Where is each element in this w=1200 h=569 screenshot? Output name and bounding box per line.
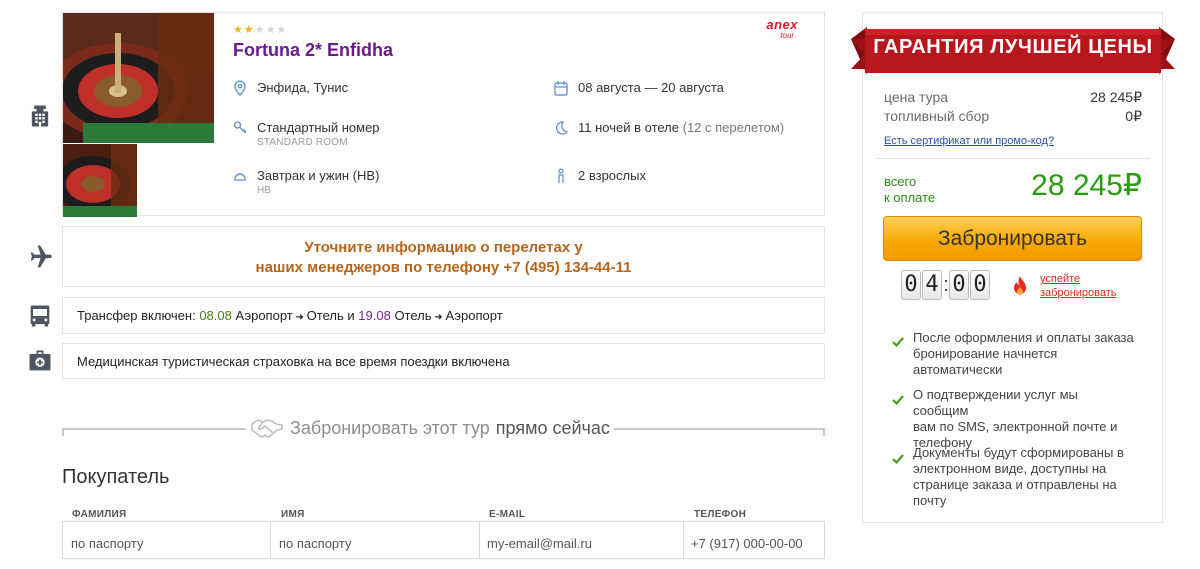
phone-label: ТЕЛЕФОН [694, 509, 747, 520]
food-tray-icon [233, 168, 247, 184]
hotel-photo-main[interactable] [63, 13, 214, 143]
handshake-icon [250, 416, 284, 440]
best-price-ribbon-text: ГАРАНТИЯ ЛУЧШЕЙ ЦЕНЫ [873, 36, 1153, 58]
timer-digit: 0 [970, 270, 990, 300]
tour-operator-logo: anex tour [766, 17, 798, 40]
hotel-name-link[interactable]: Fortuna 2* Enfidha [233, 40, 393, 61]
insurance-info-box: Медицинская туристическая страховка на в… [62, 343, 825, 379]
info-bullet-3: Документы будут сформированы в электронно… [913, 445, 1124, 508]
phone-field[interactable]: +7 (917) 000-00-00 [683, 521, 825, 559]
surname-field[interactable]: по паспорту [62, 521, 271, 559]
first-name-field[interactable]: по паспорту [271, 521, 480, 559]
calendar-icon [554, 80, 568, 96]
fuel-fee-row: топливный сбор 0₽ [884, 108, 1142, 124]
total-price-value: 28 245₽ [1031, 169, 1142, 202]
price-separator [876, 158, 1150, 159]
medical-kit-icon [26, 347, 54, 375]
checkmark-icon [892, 394, 904, 406]
tour-price-row: цена тура 28 245₽ [884, 89, 1142, 105]
checkmark-icon [892, 453, 904, 465]
first-name-label: ИМЯ [281, 509, 305, 520]
airplane-icon [26, 243, 54, 271]
hotel-star-rating: ★★★★★ [233, 24, 288, 36]
promo-code-link[interactable]: Есть сертификат или промо-код? [884, 135, 1054, 147]
checkmark-icon [892, 336, 904, 348]
moon-icon [554, 120, 568, 136]
flight-info-line-2: наших менеджеров по телефону +7 (495) 13… [255, 259, 632, 276]
timer-digit: 0 [901, 270, 921, 300]
bus-icon [26, 302, 54, 330]
transfer-text: Трансфер включен: 08.08 Аэропорт ➜ Отель… [77, 308, 503, 323]
info-bullet-1: После оформления и оплаты заказа брониров… [913, 330, 1134, 377]
total-label: всего к оплате [884, 174, 936, 205]
fire-icon [1011, 275, 1029, 297]
transfer-info-box: Трансфер включен: 08.08 Аэропорт ➜ Отель… [62, 297, 825, 334]
book-button[interactable]: Забронировать [883, 216, 1142, 261]
timer-digit: 4 [922, 270, 942, 300]
hotel-card: ★★★★★ Fortuna 2* Enfidha anex tour Энфид… [62, 12, 825, 217]
map-pin-icon [233, 80, 247, 96]
buyer-section-title: Покупатель [62, 466, 170, 488]
key-icon [233, 120, 247, 136]
surname-label: ФАМИЛИЯ [72, 509, 127, 520]
email-label: E-MAIL [489, 509, 526, 520]
tour-price-value: 28 245₽ [1090, 89, 1142, 105]
book-now-heading: Забронировать этот тур прямо сейчас [246, 416, 614, 440]
countdown-timer: 0 4 : 0 0 [901, 270, 991, 300]
person-icon [554, 168, 568, 184]
fuel-fee-value: 0₽ [1125, 108, 1142, 124]
insurance-text: Медицинская туристическая страховка на в… [77, 354, 510, 369]
flight-info-line-1: Уточните информацию о перелетах у [304, 239, 583, 256]
email-field[interactable]: my-email@mail.ru [479, 521, 684, 559]
hotel-building-icon [26, 102, 54, 130]
flight-info-box: Уточните информацию о перелетах у наших … [62, 226, 825, 287]
timer-digit: 0 [949, 270, 969, 300]
hotel-photo-thumbnail[interactable] [63, 144, 137, 217]
hurry-to-book-link[interactable]: успейте забронировать [1040, 272, 1117, 300]
info-bullet-2: О подтверждении услуг мы сообщим вам по S… [913, 387, 1118, 450]
